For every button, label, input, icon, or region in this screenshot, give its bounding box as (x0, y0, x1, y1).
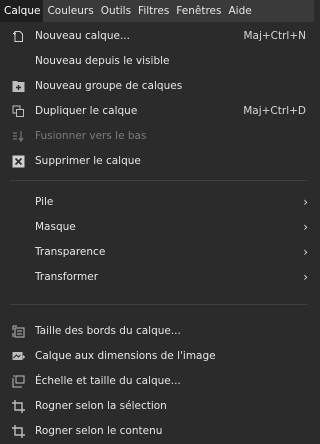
submenu-arrow-icon: › (303, 195, 308, 209)
menu-item-delete-layer[interactable]: Supprimer le calque (0, 149, 314, 174)
delete-icon (12, 155, 25, 168)
scale-layer-icon (12, 375, 25, 388)
layer-to-image-icon (12, 352, 25, 360)
new-layer-icon (13, 31, 23, 42)
menu-item-mask[interactable]: Masque › (0, 215, 314, 240)
layer-dropdown-menu: Nouveau calque... Maj+Ctrl+N Nouveau dep… (0, 22, 314, 441)
menu-separator (10, 180, 308, 181)
crop-icon (12, 400, 25, 413)
menu-item-new-layer[interactable]: Nouveau calque... Maj+Ctrl+N (0, 24, 314, 49)
menu-item-shortcut: Maj+Ctrl+N (243, 30, 306, 42)
menu-item-label: Fusionner vers le bas (35, 130, 147, 142)
menubar-item-aide[interactable]: Aide (224, 0, 254, 22)
menu-item-label: Transformer (35, 271, 99, 283)
submenu-arrow-icon: › (303, 245, 308, 259)
menu-item-crop-to-content[interactable]: Rogner selon le contenu (0, 419, 314, 444)
folder-add-icon (12, 81, 25, 92)
layer-boundary-icon (12, 325, 25, 338)
menu-item-stack[interactable]: Pile › (0, 190, 314, 215)
menu-item-label: Pile (35, 196, 54, 208)
menu-item-label: Dupliquer le calque (35, 105, 138, 117)
menu-item-layer-to-image-size[interactable]: Calque aux dimensions de l'image (0, 344, 314, 369)
menu-item-new-layer-group[interactable]: Nouveau groupe de calques (0, 74, 314, 99)
submenu-arrow-icon: › (303, 270, 308, 284)
menubar-item-filtres[interactable]: Filtres (134, 0, 172, 22)
submenu-arrow-icon: › (303, 220, 308, 234)
menu-item-new-from-visible[interactable]: Nouveau depuis le visible (0, 49, 314, 74)
merge-down-icon (13, 131, 24, 143)
menu-item-label: Rogner selon la sélection (35, 400, 167, 412)
menu-item-label: Supprimer le calque (35, 155, 141, 167)
menu-item-label: Masque (35, 221, 76, 233)
menu-item-label: Taille des bords du calque... (35, 325, 181, 337)
menubar: Calque Couleurs Outils Filtres Fenêtres … (0, 0, 314, 22)
duplicate-icon (12, 105, 24, 117)
menu-item-label: Nouveau groupe de calques (35, 80, 183, 92)
menu-item-label: Échelle et taille du calque... (35, 375, 181, 387)
menu-item-label: Calque aux dimensions de l'image (35, 350, 216, 362)
menu-item-label: Nouveau calque... (35, 30, 130, 42)
menu-item-merge-down: Fusionner vers le bas (0, 124, 314, 149)
menubar-item-couleurs[interactable]: Couleurs (43, 0, 96, 22)
menu-item-duplicate-layer[interactable]: Dupliquer le calque Maj+Ctrl+D (0, 99, 314, 124)
menu-item-label: Rogner selon le contenu (35, 425, 163, 437)
crop-icon (12, 425, 25, 438)
menu-item-label: Nouveau depuis le visible (35, 55, 170, 67)
menu-separator (10, 304, 308, 305)
menu-item-transparency[interactable]: Transparence › (0, 240, 314, 265)
menubar-item-outils[interactable]: Outils (97, 0, 134, 22)
menu-item-label: Transparence (35, 246, 106, 258)
menu-item-shortcut: Maj+Ctrl+D (243, 105, 306, 117)
menu-item-transform[interactable]: Transformer › (0, 265, 314, 290)
menu-item-layer-boundary-size[interactable]: Taille des bords du calque... (0, 319, 314, 344)
menubar-item-calque[interactable]: Calque (0, 0, 44, 22)
menubar-item-fenetres[interactable]: Fenêtres (172, 0, 224, 22)
menu-item-crop-to-selection[interactable]: Rogner selon la sélection (0, 394, 314, 419)
menu-item-scale-layer[interactable]: Échelle et taille du calque... (0, 369, 314, 394)
